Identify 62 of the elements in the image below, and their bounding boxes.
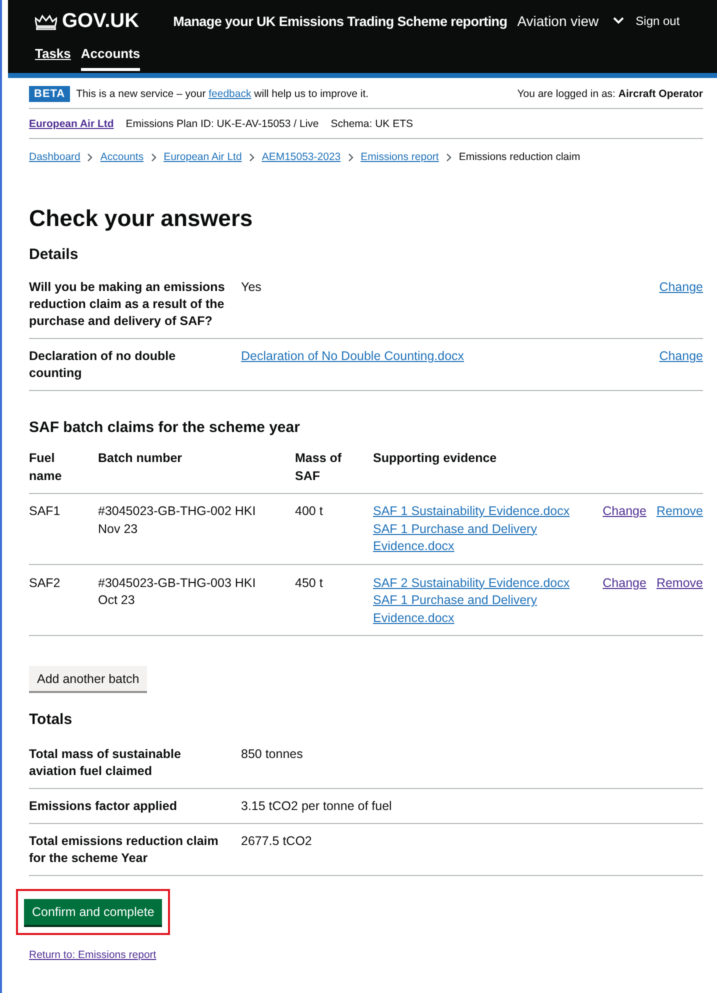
crown-icon xyxy=(35,12,57,30)
column-header: Batch number xyxy=(98,450,184,467)
summary-value: Yes xyxy=(241,279,262,296)
chevron-right-icon xyxy=(150,152,157,162)
chevron-right-icon xyxy=(87,152,94,162)
section-heading: Totals xyxy=(29,711,74,728)
breadcrumb-link[interactable]: Emissions report xyxy=(360,151,439,163)
sign-out-link[interactable]: Sign out xyxy=(636,14,680,28)
plan-id-text: Emissions Plan ID: UK-E-AV-15053 / Live xyxy=(126,118,319,130)
return-link[interactable]: Return to: Emissions report xyxy=(29,949,156,961)
section-heading: Details xyxy=(29,246,80,263)
chevron-down-icon xyxy=(612,17,624,25)
row-action-link[interactable]: Change xyxy=(602,574,646,592)
feedback-link[interactable]: feedback xyxy=(208,88,252,100)
column-header: Mass of SAF xyxy=(295,450,343,484)
column-header: Fuel name xyxy=(29,450,63,484)
breadcrumb-link[interactable]: Accounts xyxy=(100,151,144,163)
change-link[interactable]: Change xyxy=(659,349,703,363)
column-header: Supporting evidence xyxy=(373,450,498,467)
file-link[interactable]: SAF 2 Sustainability Evidence.docx xyxy=(373,574,570,592)
table-cell-text: #3045023-GB-THG-003 HKI Oct 23 xyxy=(98,574,257,609)
account-link[interactable]: European Air Ltd xyxy=(29,118,114,130)
add-batch-button[interactable]: Add another batch xyxy=(29,666,148,691)
chevron-right-icon xyxy=(248,152,255,162)
section-heading: SAF batch claims for the scheme year xyxy=(29,419,301,436)
breadcrumb-link[interactable]: AEM15053-2023 xyxy=(262,151,341,163)
file-link[interactable]: SAF 1 Purchase and Delivery Evidence.docx xyxy=(373,592,580,627)
schema-text: Schema: UK ETS xyxy=(330,118,414,130)
file-link[interactable]: SAF 1 Sustainability Evidence.docx xyxy=(373,503,570,520)
logged-in-text: You are logged in as: Aircraft Operator xyxy=(517,88,703,100)
row-action-link[interactable]: Change xyxy=(602,503,646,520)
beta-tag: BETA xyxy=(29,86,70,102)
summary-key: Declaration of no double counting xyxy=(29,348,235,382)
view-dropdown[interactable]: Aviation view xyxy=(517,13,624,29)
file-link[interactable]: Declaration of No Double Counting.docx xyxy=(241,349,464,363)
service-name: Manage your UK Emissions Trading Scheme reporting xyxy=(173,14,508,28)
nav-tab[interactable]: Tasks xyxy=(35,42,71,71)
row-action-link[interactable]: Remove xyxy=(656,574,703,592)
summary-key: Will you be making an emissions reduction claim as a result of the purchase and delivery of SAF? xyxy=(29,279,235,330)
chevron-right-icon xyxy=(348,152,354,162)
page-title: Check your answers xyxy=(29,205,254,232)
chevron-right-icon xyxy=(446,152,452,162)
row-action-link[interactable]: Remove xyxy=(656,503,703,520)
summary-key: Emissions factor applied xyxy=(29,798,235,815)
phase-banner-text: This is a new service – your feedback will help us to improve it. xyxy=(76,88,369,100)
summary-key: Total emissions reduction claim for the scheme Year xyxy=(29,833,235,867)
table-cell-text: 450 t xyxy=(295,574,324,592)
breadcrumb-link[interactable]: European Air Ltd xyxy=(164,151,242,163)
table-cell-text: 400 t xyxy=(295,503,324,520)
breadcrumb-link[interactable]: Dashboard xyxy=(29,151,80,163)
summary-value: 3.15 tCO2 per tonne of fuel xyxy=(241,798,393,815)
summary-value: 850 tonnes xyxy=(241,746,304,763)
govuk-logo-link[interactable]: GOV.UK xyxy=(35,10,140,32)
summary-value: 2677.5 tCO2 xyxy=(241,833,313,850)
breadcrumb-current: Emissions reduction claim xyxy=(458,151,580,163)
change-link[interactable]: Change xyxy=(659,280,703,294)
confirm-button[interactable]: Confirm and complete xyxy=(24,899,162,925)
file-link[interactable]: SAF 1 Purchase and Delivery Evidence.docx xyxy=(373,520,580,556)
summary-key: Total mass of sustainable aviation fuel claimed xyxy=(29,746,235,780)
table-cell-text: #3045023-GB-THG-002 HKI Nov 23 xyxy=(98,503,257,538)
table-cell-text: SAF2 xyxy=(29,574,62,592)
table-cell-text: SAF1 xyxy=(29,503,62,520)
